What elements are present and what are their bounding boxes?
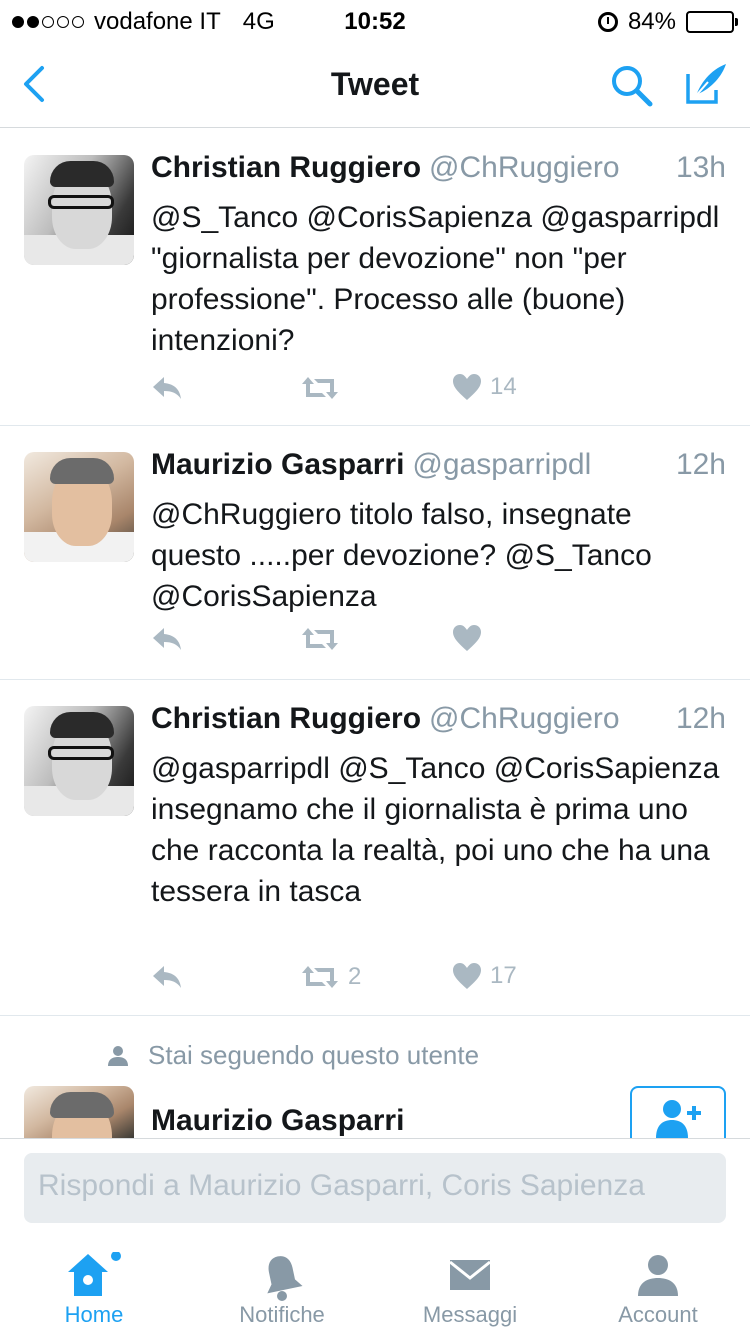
following-notice: Stai seguendo questo utente [106, 1040, 479, 1071]
tweet-text: @ChRuggiero titolo falso, insegnate ques… [151, 498, 652, 613]
retweet-icon [302, 377, 338, 399]
tweet-card[interactable]: Maurizio Gasparri @gasparripdl 12h @ChRug… [0, 426, 750, 680]
tweet-time: 12h [675, 702, 726, 735]
battery-icon [686, 11, 738, 33]
follow-button[interactable] [630, 1086, 726, 1138]
person-icon [108, 1045, 128, 1066]
tab-label: Account [618, 1302, 698, 1327]
tweet-text: @S_Tanco @CorisSapienza @gasparripdl "gi… [151, 201, 720, 357]
reply-icon [153, 628, 181, 650]
retweet-button[interactable]: 2 [300, 962, 361, 992]
compose-icon[interactable] [682, 60, 730, 108]
tab-notifications[interactable]: Notifiche [188, 1238, 376, 1334]
author-handle[interactable]: @gasparripdl [412, 448, 591, 481]
tab-bar: Home Notifiche Messaggi Account [0, 1238, 750, 1334]
reply-button[interactable] [150, 373, 184, 403]
reply-icon [153, 966, 181, 988]
heart-icon [453, 625, 481, 651]
tab-home[interactable]: Home [0, 1238, 188, 1334]
retweet-icon [302, 966, 338, 988]
nav-bar: Tweet [0, 40, 750, 128]
like-button[interactable]: 14 [452, 373, 517, 401]
like-button[interactable] [452, 624, 490, 652]
avatar[interactable] [24, 452, 134, 562]
author-name[interactable]: Maurizio Gasparri [151, 448, 404, 481]
tab-label: Notifiche [239, 1302, 325, 1327]
search-icon[interactable] [608, 62, 654, 108]
home-icon [68, 1252, 121, 1296]
tweet-time: 12h [675, 448, 726, 481]
retweet-button[interactable] [300, 624, 348, 654]
author-name[interactable]: Christian Ruggiero [151, 702, 421, 735]
author-handle[interactable]: @ChRuggiero [429, 702, 620, 735]
battery-percent: 84% [627, 8, 676, 35]
heart-icon [453, 963, 481, 989]
like-button[interactable]: 17 [452, 962, 517, 990]
avatar[interactable] [24, 155, 134, 265]
author-name[interactable]: Christian Ruggiero [151, 151, 421, 184]
user-name[interactable]: Maurizio Gasparri [151, 1104, 404, 1138]
reply-bar: Rispondi a Maurizio Gasparri, Coris Sapi… [0, 1138, 750, 1238]
retweet-icon [302, 628, 338, 650]
reply-button[interactable] [150, 624, 184, 654]
like-count: 14 [490, 373, 517, 400]
tweet-time: 13h [675, 151, 726, 184]
add-user-icon [656, 1100, 701, 1138]
tab-account[interactable]: Account [564, 1238, 750, 1334]
status-bar: vodafone IT 4G 10:52 84% [0, 0, 750, 40]
avatar[interactable] [24, 706, 134, 816]
tab-messages[interactable]: Messaggi [376, 1238, 564, 1334]
like-count: 17 [490, 962, 517, 989]
tab-label: Messaggi [422, 1302, 518, 1327]
tab-label: Home [64, 1302, 124, 1327]
bell-icon [267, 1256, 303, 1301]
tweet-card[interactable]: Christian Ruggiero @ChRuggiero 12h @gaspa… [0, 680, 750, 1016]
tweet-text: @gasparripdl @S_Tanco @CorisSapienza ins… [151, 752, 720, 908]
following-notice-text: Stai seguendo questo utente [148, 1040, 480, 1070]
reply-button[interactable] [150, 962, 184, 992]
avatar[interactable] [24, 1086, 134, 1138]
envelope-icon [449, 1260, 491, 1290]
retweet-count: 2 [348, 963, 362, 990]
tweet-card[interactable]: Christian Ruggiero @ChRuggiero 13h @S_Tan… [0, 129, 750, 426]
person-icon [638, 1255, 678, 1296]
author-handle[interactable]: @ChRuggiero [429, 151, 620, 184]
heart-icon [453, 374, 481, 400]
reply-icon [153, 377, 181, 399]
alarm-icon [597, 12, 618, 32]
reply-input[interactable]: Rispondi a Maurizio Gasparri, Coris Sapi… [24, 1153, 726, 1223]
retweet-button[interactable] [300, 373, 348, 403]
